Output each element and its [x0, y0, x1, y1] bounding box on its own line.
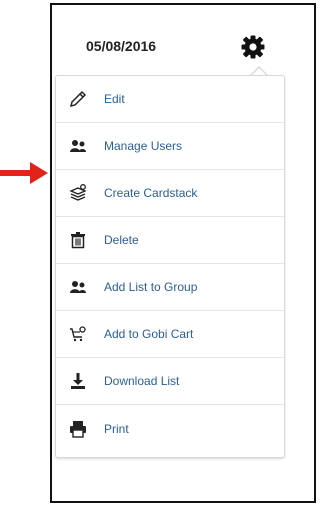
menu-item-manage-users[interactable]: Manage Users: [56, 123, 284, 170]
menu-item-label: Manage Users: [104, 139, 183, 153]
cardstack-icon: [68, 183, 88, 203]
annotation-arrow: [0, 162, 48, 184]
menu-item-label: Delete: [104, 233, 139, 247]
menu-item-create-cardstack[interactable]: Create Cardstack: [56, 170, 284, 217]
menu-item-label: Download List: [104, 374, 180, 388]
menu-item-label: Add to Gobi Cart: [104, 327, 194, 341]
cart-icon: [68, 324, 88, 344]
menu-item-label: Add List to Group: [104, 280, 198, 294]
menu-item-label: Create Cardstack: [104, 186, 198, 200]
menu-item-print[interactable]: Print: [56, 405, 284, 452]
actions-dropdown-menu: Edit Manage Users Create Cardstack Delet…: [55, 75, 285, 458]
gear-icon[interactable]: [240, 34, 266, 60]
date-label: 05/08/2016: [86, 38, 157, 54]
users-icon: [68, 136, 88, 156]
users-icon: [68, 277, 88, 297]
pencil-icon: [68, 89, 88, 109]
menu-item-label: Print: [104, 421, 129, 436]
download-icon: [68, 371, 88, 391]
menu-item-delete[interactable]: Delete: [56, 217, 284, 264]
print-icon: [68, 419, 88, 439]
menu-item-label: Edit: [104, 92, 125, 106]
menu-item-add-list-to-group[interactable]: Add List to Group: [56, 264, 284, 311]
menu-item-download-list[interactable]: Download List: [56, 358, 284, 405]
menu-item-add-to-gobi-cart[interactable]: Add to Gobi Cart: [56, 311, 284, 358]
trash-icon: [68, 230, 88, 250]
menu-item-edit[interactable]: Edit: [56, 76, 284, 123]
